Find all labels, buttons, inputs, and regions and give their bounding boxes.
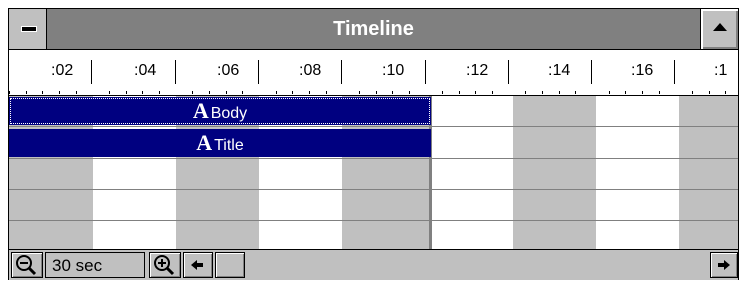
ruler-tick xyxy=(59,91,60,94)
ruler-tick xyxy=(226,91,227,94)
zoom-scroll-bar: 30 sec xyxy=(9,249,738,280)
ruler-tick xyxy=(175,60,176,84)
ruler-tick xyxy=(309,91,310,94)
minus-icon xyxy=(21,26,37,32)
ruler-tick xyxy=(542,91,543,94)
ruler-tick xyxy=(591,60,592,84)
clip-label: Title xyxy=(214,137,244,154)
ruler-label: :04 xyxy=(134,62,157,79)
ruler-tick xyxy=(376,91,377,94)
ruler-tick xyxy=(508,60,509,84)
ruler-tick xyxy=(276,91,277,94)
ruler-tick xyxy=(409,91,410,94)
up-triangle-icon xyxy=(713,23,727,31)
ruler-tick xyxy=(109,91,110,94)
ruler-tick xyxy=(559,91,560,94)
ruler-tick xyxy=(258,60,259,84)
scroll-thumb[interactable] xyxy=(215,252,245,278)
ruler-tick xyxy=(659,91,660,94)
text-letter-icon: A xyxy=(192,98,209,123)
ruler-tick xyxy=(192,91,193,94)
ruler-tick xyxy=(692,91,693,94)
timeline-tracks[interactable]: A Body A Title xyxy=(9,96,738,249)
ruler-tick xyxy=(242,91,243,94)
ruler-tick xyxy=(725,91,726,94)
ruler-label: :02 xyxy=(51,62,74,79)
system-menu-button[interactable] xyxy=(9,9,47,49)
ruler-tick xyxy=(9,91,10,94)
ruler-tick xyxy=(91,60,92,84)
scroll-right-button[interactable] xyxy=(710,252,738,278)
zoom-out-button[interactable] xyxy=(11,252,43,278)
ruler-tick xyxy=(525,91,526,94)
ruler-tick xyxy=(341,60,342,84)
ruler-tick xyxy=(674,60,675,84)
ruler-label: :06 xyxy=(217,62,240,79)
track-clip-body[interactable]: A Body xyxy=(9,97,431,125)
ruler-tick xyxy=(159,91,160,94)
ruler-tick xyxy=(609,91,610,94)
ruler-tick xyxy=(359,91,360,94)
ruler-tick xyxy=(76,91,77,94)
left-arrow-icon xyxy=(191,260,203,270)
ruler-tick xyxy=(492,91,493,94)
ruler-tick xyxy=(209,91,210,94)
ruler-tick xyxy=(475,91,476,94)
ruler-tick xyxy=(142,91,143,94)
zoom-level-field[interactable]: 30 sec xyxy=(45,252,145,278)
ruler-tick xyxy=(292,91,293,94)
clip-label: Body xyxy=(210,105,248,122)
ruler-tick xyxy=(459,91,460,94)
ruler-label: :10 xyxy=(382,62,405,79)
ruler-tick xyxy=(26,91,27,94)
time-ruler[interactable]: :02 :04 :06 :08 :10 :12 :14 :16 :1 xyxy=(9,50,738,96)
ruler-tick xyxy=(442,91,443,94)
ruler-label: :14 xyxy=(548,62,571,79)
right-arrow-icon xyxy=(718,260,730,270)
zoom-in-button[interactable] xyxy=(149,252,181,278)
zoom-out-icon xyxy=(16,255,37,276)
ruler-tick xyxy=(425,60,426,84)
window-title: Timeline xyxy=(333,18,414,40)
scroll-left-button[interactable] xyxy=(183,252,213,278)
ruler-label: :08 xyxy=(299,62,322,79)
title-bar[interactable]: Timeline xyxy=(9,9,738,50)
ruler-tick xyxy=(126,91,127,94)
timeline-window: Timeline :02 :04 :06 :08 :10 :12 :14 :16… xyxy=(8,8,739,280)
ruler-tick xyxy=(625,91,626,94)
scroll-track[interactable] xyxy=(245,252,710,278)
zoom-in-icon xyxy=(154,255,175,276)
ruler-tick xyxy=(392,91,393,94)
ruler-label: :12 xyxy=(466,62,489,79)
ruler-tick xyxy=(326,91,327,94)
maximize-button[interactable] xyxy=(700,9,738,49)
ruler-label: :16 xyxy=(631,62,654,79)
ruler-tick xyxy=(709,91,710,94)
ruler-tick xyxy=(575,91,576,94)
text-letter-icon: A xyxy=(196,130,213,155)
track-clip-title[interactable]: A Title xyxy=(9,129,431,157)
ruler-label: :1 xyxy=(714,62,728,79)
ruler-tick xyxy=(42,91,43,94)
ruler-tick xyxy=(642,91,643,94)
